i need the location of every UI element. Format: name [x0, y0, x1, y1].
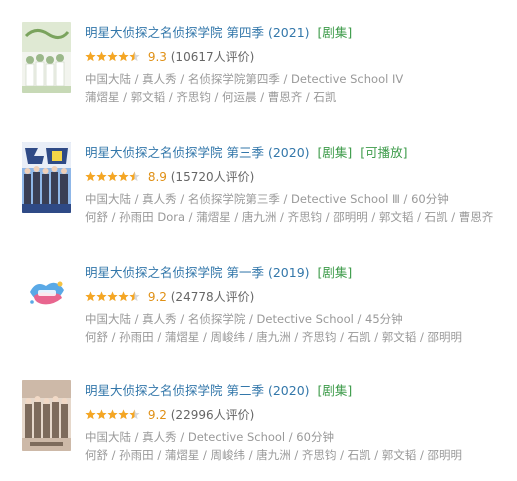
year-label: (2020) [267, 383, 310, 398]
star-filled-icon [118, 291, 129, 302]
result-info: 明星大侦探之名侦探学院 第一季 (2019) [剧集] 9.2 (24778人评… [85, 262, 510, 346]
tag-series[interactable]: [剧集] [318, 265, 353, 280]
star-filled-icon [107, 409, 118, 420]
rating-count: (24778人评价) [170, 290, 255, 304]
result-info: 明星大侦探之名侦探学院 第四季 (2021) [剧集] 9.3 (10617人评… [85, 22, 510, 106]
poster-art [22, 262, 71, 333]
title-link[interactable]: 明星大侦探之名侦探学院 第四季 [85, 25, 264, 40]
star-filled-icon [96, 409, 107, 420]
rating-count: (22996人评价) [170, 408, 255, 422]
meta-info: 中国大陆 / 真人秀 / Detective School / 60分钟 [85, 430, 334, 444]
star-filled-icon [85, 409, 96, 420]
poster-art [22, 142, 71, 213]
search-result-list: 明星大侦探之名侦探学院 第四季 (2021) [剧集] 9.3 (10617人评… [0, 0, 517, 481]
tag-series[interactable]: [剧集] [318, 25, 353, 40]
poster-image[interactable] [22, 142, 71, 213]
title-line: 明星大侦探之名侦探学院 第三季 (2020) [剧集] [可播放] [85, 142, 510, 164]
rating-line: 9.2 (22996人评价) [85, 406, 510, 424]
star-filled-icon [118, 409, 129, 420]
cast-list: 蒲熠星 / 郭文韬 / 齐思钧 / 何运晨 / 曹恩齐 / 石凯 [85, 90, 337, 104]
poster-image[interactable] [22, 262, 71, 333]
poster-image[interactable] [22, 380, 71, 451]
star-filled-icon [85, 291, 96, 302]
title-line: 明星大侦探之名侦探学院 第一季 (2019) [剧集] [85, 262, 510, 284]
title-line: 明星大侦探之名侦探学院 第四季 (2021) [剧集] [85, 22, 510, 44]
meta-info: 中国大陆 / 真人秀 / 名侦探学院第四季 / Detective School… [85, 72, 404, 86]
meta-info: 中国大陆 / 真人秀 / 名侦探学院第三季 / Detective School… [85, 192, 449, 206]
poster-image[interactable] [22, 22, 71, 93]
star-filled-icon [118, 171, 129, 182]
title-link[interactable]: 明星大侦探之名侦探学院 第三季 [85, 145, 264, 160]
star-filled-icon [107, 291, 118, 302]
year-label: (2020) [267, 145, 310, 160]
rating-line: 8.9 (15720人评价) [85, 168, 510, 186]
result-item: 明星大侦探之名侦探学院 第二季 (2020) [剧集] 9.2 (22996人评… [22, 380, 512, 476]
result-item: 明星大侦探之名侦探学院 第四季 (2021) [剧集] 9.3 (10617人评… [22, 22, 512, 118]
title-link[interactable]: 明星大侦探之名侦探学院 第一季 [85, 265, 264, 280]
star-filled-icon [107, 171, 118, 182]
star-filled-icon [96, 291, 107, 302]
rating-score: 9.2 [147, 408, 167, 422]
title-line: 明星大侦探之名侦探学院 第二季 (2020) [剧集] [85, 380, 510, 402]
result-item: 明星大侦探之名侦探学院 第三季 (2020) [剧集] [可播放] 8.9 (1… [22, 142, 512, 238]
star-filled-icon [107, 51, 118, 62]
star-rating-icon [85, 291, 140, 302]
star-rating-icon [85, 409, 140, 420]
rating-score: 9.2 [147, 290, 167, 304]
tag-series[interactable]: [剧集] [318, 383, 353, 398]
title-link[interactable]: 明星大侦探之名侦探学院 第二季 [85, 383, 264, 398]
cast-list: 何舒 / 孙雨田 / 蒲熠星 / 周峻纬 / 唐九洲 / 齐思钧 / 石凯 / … [85, 330, 462, 344]
rating-score: 9.3 [147, 50, 167, 64]
tag-playable[interactable]: [可播放] [360, 145, 407, 160]
year-label: (2019) [267, 265, 310, 280]
star-filled-icon [85, 171, 96, 182]
star-filled-icon [96, 51, 107, 62]
cast-list: 何舒 / 孙雨田 Dora / 蒲熠星 / 唐九洲 / 齐思钧 / 邵明明 / … [85, 210, 494, 224]
star-filled-icon [85, 51, 96, 62]
year-label: (2021) [267, 25, 310, 40]
tag-series[interactable]: [剧集] [318, 145, 353, 160]
star-filled-icon [96, 171, 107, 182]
meta-info: 中国大陆 / 真人秀 / 名侦探学院 / Detective School / … [85, 312, 403, 326]
star-filled-icon [118, 51, 129, 62]
poster-art [22, 380, 71, 451]
rating-line: 9.3 (10617人评价) [85, 48, 510, 66]
rating-line: 9.2 (24778人评价) [85, 288, 510, 306]
rating-score: 8.9 [147, 170, 167, 184]
result-info: 明星大侦探之名侦探学院 第二季 (2020) [剧集] 9.2 (22996人评… [85, 380, 510, 464]
star-rating-icon [85, 51, 140, 62]
result-item: 明星大侦探之名侦探学院 第一季 (2019) [剧集] 9.2 (24778人评… [22, 262, 512, 358]
poster-art [22, 22, 71, 93]
star-rating-icon [85, 171, 140, 182]
cast-list: 何舒 / 孙雨田 / 蒲熠星 / 周峻纬 / 唐九洲 / 齐思钧 / 石凯 / … [85, 448, 462, 462]
rating-count: (10617人评价) [170, 50, 255, 64]
rating-count: (15720人评价) [170, 170, 255, 184]
result-info: 明星大侦探之名侦探学院 第三季 (2020) [剧集] [可播放] 8.9 (1… [85, 142, 510, 226]
